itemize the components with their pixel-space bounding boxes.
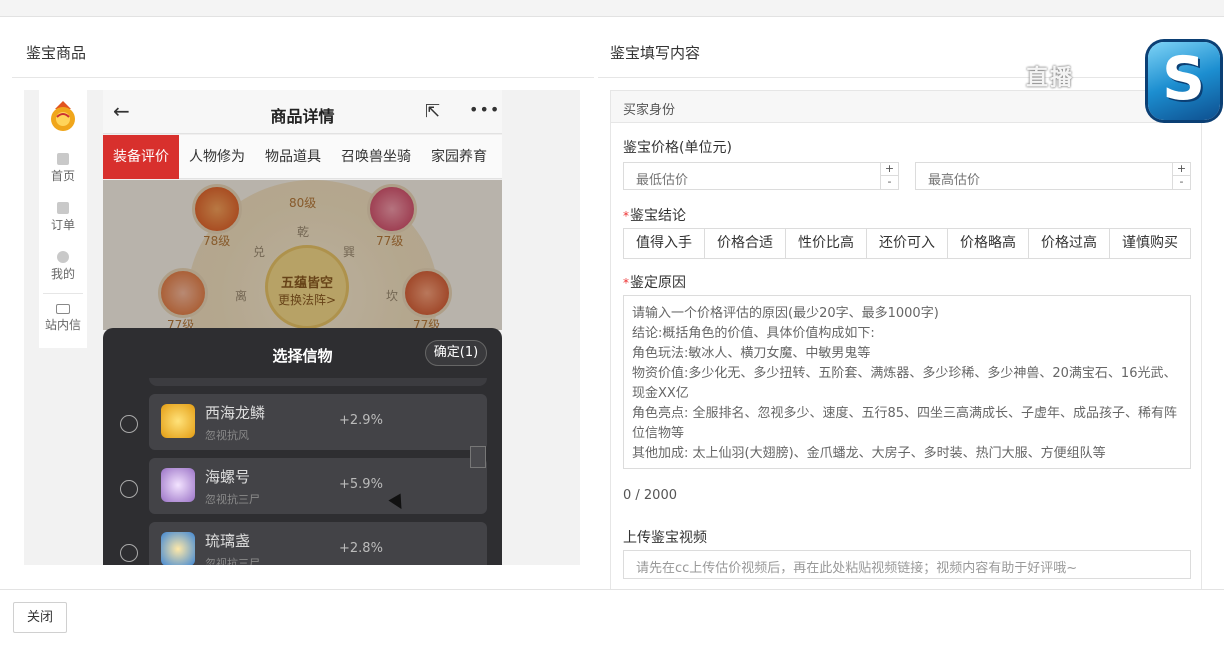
sidebar-item-home[interactable]: 首页 [39,153,87,184]
min-price-placeholder: 最低估价 [636,173,689,188]
decrement-button[interactable]: - [1173,176,1190,189]
watermark-badge-letter: S [1162,44,1206,114]
tab-items[interactable]: 物品道具 [255,135,331,179]
sidebar-item-label: 站内信 [44,318,81,332]
live-watermark: 直播 S [1020,42,1220,120]
app-logo-icon [51,101,75,131]
reason-placeholder-line: 结论:概括角色的价值、具体价值构成如下: [632,326,875,341]
conclusion-option[interactable]: 价格过高 [1029,229,1110,258]
share-icon[interactable]: ⇱ [425,101,440,122]
dim-overlay [103,180,502,330]
reason-label: *鉴定原因 [623,272,686,292]
item-name: 琉璃盏 [205,532,251,550]
footer-bar: 关闭 [0,589,1224,646]
appraisal-form: 买家身份 鉴宝价格(单位元) 最低估价 + - 最高估价 + - *鉴宝结论 值… [610,90,1202,590]
close-button[interactable]: 关闭 [13,602,67,633]
conclusion-option[interactable]: 性价比高 [786,229,867,258]
user-icon [57,251,69,263]
select-token-sheet: 选择信物 确定(1) 西海龙鳞 忽视抗风 +2.9% 海螺号 忽视抗三尸 +5.… [103,328,502,565]
reason-placeholder-line: 物资价值:多少化无、多少扭转、五阶套、满炼器、多少珍稀、多少神兽、20满宝石、1… [632,366,1177,401]
conclusion-label: *鉴宝结论 [623,205,686,225]
phone-title: 商品详情 [270,107,335,126]
video-link-input[interactable]: 请先在cc上传估价视频后，再在此处粘贴视频链接；视频内容有助于好评哦~ [623,550,1191,579]
phone-header: ← 商品详情 ⇱ ••• [103,90,502,134]
sidebar-item-label: 我的 [50,267,75,281]
item-subtitle: 忽视抗风 [205,429,249,442]
mail-icon [56,304,70,314]
reason-placeholder-line: 角色亮点: 全服排名、忽视多少、速度、五行85、四坐三高满成长、子虚年、成品孩子… [632,406,1178,441]
glass-cup-icon [161,532,195,565]
decrement-button[interactable]: - [881,176,898,189]
conclusion-option[interactable]: 还价可入 [867,229,948,258]
sidebar-item-label: 首页 [50,169,75,183]
order-icon [57,202,69,214]
reason-textarea[interactable]: 请输入一个价格评估的原因(最少20字、最多1000字) 结论:概括角色的价值、具… [623,295,1191,469]
dragon-scale-icon [161,404,195,438]
tab-cultivation[interactable]: 人物修为 [179,135,255,179]
watermark-logo-icon: S [1148,42,1220,120]
reason-placeholder-line: 其他加成: 太上仙羽(大翅膀)、金爪蟠龙、大房子、多时装、热门大服、方便组队等 [632,446,1106,461]
price-label: 鉴宝价格(单位元) [623,140,732,156]
tab-equipment[interactable]: 装备评价 [103,135,179,179]
mini-sidebar: 首页 订单 我的 站内信 [39,90,87,348]
item-subtitle: 忽视抗三尸 [205,493,260,506]
item-name: 西海龙鳞 [205,404,266,422]
item-radio[interactable] [120,415,138,433]
min-price-field[interactable]: 最低估价 + - [623,162,899,190]
item-percent: +2.8% [339,541,383,556]
product-preview: 首页 订单 我的 站内信 ← 商品详情 ⇱ ••• 装备评价 人物修为 物品道具… [24,90,580,565]
list-item[interactable]: 海螺号 忽视抗三尸 +5.9% [149,458,487,514]
conclusion-option[interactable]: 价格合适 [705,229,786,258]
item-subtitle: 忽视抗三尸 [205,557,260,565]
list-item[interactable]: 西海龙鳞 忽视抗风 +2.9% [149,394,487,450]
item-radio[interactable] [120,480,138,498]
conclusion-label-text: 鉴宝结论 [630,208,686,224]
more-icon[interactable]: ••• [469,100,500,119]
item-percent: +2.9% [339,413,383,428]
scroll-handle[interactable] [470,446,486,468]
buyer-identity-label: 买家身份 [623,103,676,118]
sidebar-item-mine[interactable]: 我的 [39,251,87,282]
reason-label-text: 鉴定原因 [630,275,686,291]
top-bar [0,0,1224,17]
char-counter: 0 / 2000 [623,488,677,503]
home-icon [57,153,69,165]
right-section-title: 鉴宝填写内容 [610,44,701,62]
conclusion-option[interactable]: 值得入手 [624,229,705,258]
watermark-text: 直播 [1026,66,1075,91]
list-item[interactable]: 琉璃盏 忽视抗三尸 +2.8% [149,522,487,565]
item-radio[interactable] [120,544,138,562]
required-mark: * [623,276,629,290]
reason-placeholder-line: 角色玩法:敏冰人、横刀女魔、中敏男鬼等 [632,346,871,361]
sidebar-item-messages[interactable]: 站内信 [39,304,87,333]
tab-pets[interactable]: 召唤兽坐骑 [331,135,421,179]
reason-placeholder-line: 请输入一个价格评估的原因(最少20字、最多1000字) [632,306,939,321]
confirm-button[interactable]: 确定(1) [425,340,487,366]
tab-home[interactable]: 家园养育 [421,135,497,179]
max-price-placeholder: 最高估价 [928,173,981,188]
left-section-title: 鉴宝商品 [26,44,87,62]
phone-screen: ← 商品详情 ⇱ ••• 装备评价 人物修为 物品道具 召唤兽坐骑 家园养育 8… [103,90,502,565]
max-price-stepper[interactable]: + - [1172,163,1190,189]
video-label: 上传鉴宝视频 [623,530,707,546]
required-mark: * [623,209,629,223]
item-percent: +5.9% [339,477,383,492]
sidebar-item-orders[interactable]: 订单 [39,202,87,233]
max-price-field[interactable]: 最高估价 + - [915,162,1191,190]
phone-tabs: 装备评价 人物修为 物品道具 召唤兽坐骑 家园养育 [103,135,502,179]
item-name: 海螺号 [205,468,251,486]
left-title-divider [12,77,594,78]
sidebar-item-label: 订单 [50,218,75,232]
sheet-scroll-edge [149,378,487,386]
conclusion-option[interactable]: 谨慎购买 [1110,229,1190,258]
sidebar-divider [43,293,83,294]
min-price-stepper[interactable]: + - [880,163,898,189]
conclusion-group: 值得入手 价格合适 性价比高 还价可入 价格略高 价格过高 谨慎购买 [623,228,1191,259]
video-placeholder: 请先在cc上传估价视频后，再在此处粘贴视频链接；视频内容有助于好评哦~ [636,561,1078,576]
conclusion-option[interactable]: 价格略高 [948,229,1029,258]
conch-icon [161,468,195,502]
